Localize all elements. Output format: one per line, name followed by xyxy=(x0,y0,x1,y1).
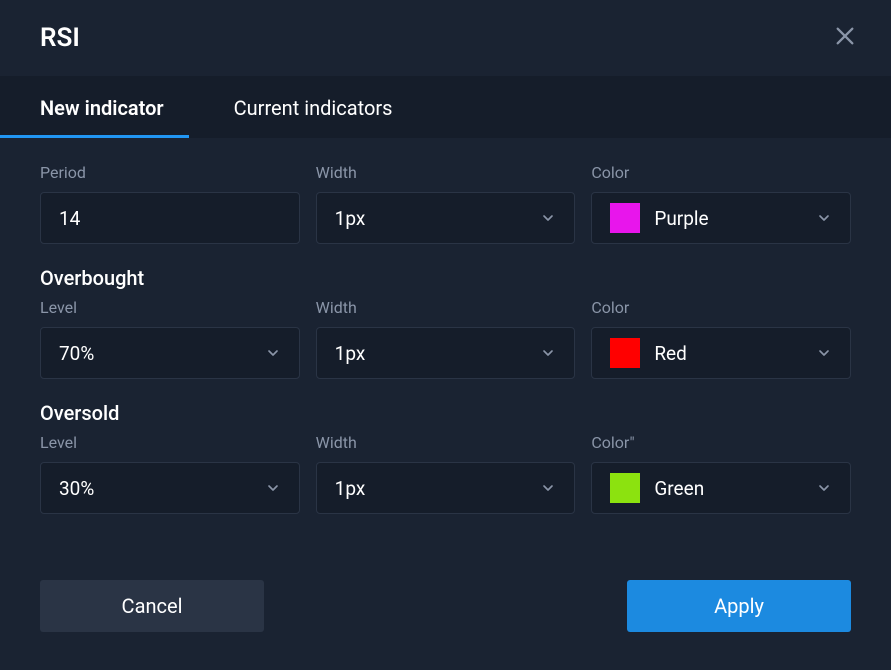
section-title-oversold: Oversold xyxy=(40,401,851,425)
row-oversold: Level 30% Width 1px Color" Green xyxy=(40,433,851,514)
label-level-overbought: Level xyxy=(40,298,300,317)
dialog-content: Period 14 Width 1px Color Purple xyxy=(0,138,891,566)
field-period: Period 14 xyxy=(40,163,300,244)
field-width-overbought: Width 1px xyxy=(316,298,576,379)
select-width-main-value: 1px xyxy=(335,207,541,230)
select-level-oversold[interactable]: 30% xyxy=(40,462,300,514)
color-swatch-oversold xyxy=(610,473,640,503)
select-color-oversold[interactable]: Green xyxy=(591,462,851,514)
color-swatch-overbought xyxy=(610,338,640,368)
chevron-down-icon xyxy=(540,210,556,226)
field-level-oversold: Level 30% xyxy=(40,433,300,514)
tab-bar: New indicator Current indicators xyxy=(0,76,891,138)
select-width-overbought[interactable]: 1px xyxy=(316,327,576,379)
close-button[interactable] xyxy=(829,22,861,54)
input-period-value: 14 xyxy=(59,207,281,230)
chevron-down-icon xyxy=(265,345,281,361)
label-color-oversold: Color" xyxy=(591,433,851,452)
select-width-oversold-value: 1px xyxy=(335,477,541,500)
chevron-down-icon xyxy=(816,480,832,496)
chevron-down-icon xyxy=(265,480,281,496)
chevron-down-icon xyxy=(540,480,556,496)
select-color-main[interactable]: Purple xyxy=(591,192,851,244)
select-color-main-value: Purple xyxy=(654,207,816,230)
field-width-oversold: Width 1px xyxy=(316,433,576,514)
field-color-main: Color Purple xyxy=(591,163,851,244)
field-level-overbought: Level 70% xyxy=(40,298,300,379)
row-overbought: Level 70% Width 1px Color Red xyxy=(40,298,851,379)
color-swatch-main xyxy=(610,203,640,233)
apply-button[interactable]: Apply xyxy=(627,580,851,632)
close-icon xyxy=(834,25,856,51)
dialog-title: RSI xyxy=(40,23,80,53)
chevron-down-icon xyxy=(816,345,832,361)
select-width-main[interactable]: 1px xyxy=(316,192,576,244)
tab-new-indicator[interactable]: New indicator xyxy=(40,76,164,138)
label-period: Period xyxy=(40,163,300,182)
label-width-main: Width xyxy=(316,163,576,182)
select-width-oversold[interactable]: 1px xyxy=(316,462,576,514)
select-color-oversold-value: Green xyxy=(654,477,816,500)
dialog-header: RSI xyxy=(0,0,891,76)
select-color-overbought-value: Red xyxy=(654,342,816,365)
field-color-overbought: Color Red xyxy=(591,298,851,379)
cancel-button[interactable]: Cancel xyxy=(40,580,264,632)
label-level-oversold: Level xyxy=(40,433,300,452)
select-color-overbought[interactable]: Red xyxy=(591,327,851,379)
label-color-main: Color xyxy=(591,163,851,182)
dialog-footer: Cancel Apply xyxy=(0,566,891,662)
select-level-oversold-value: 30% xyxy=(59,477,265,500)
tab-current-indicators[interactable]: Current indicators xyxy=(234,76,393,138)
select-level-overbought-value: 70% xyxy=(59,342,265,365)
field-color-oversold: Color" Green xyxy=(591,433,851,514)
field-width-main: Width 1px xyxy=(316,163,576,244)
chevron-down-icon xyxy=(540,345,556,361)
label-color-overbought: Color xyxy=(591,298,851,317)
select-width-overbought-value: 1px xyxy=(335,342,541,365)
label-width-overbought: Width xyxy=(316,298,576,317)
chevron-down-icon xyxy=(816,210,832,226)
row-main: Period 14 Width 1px Color Purple xyxy=(40,163,851,244)
select-level-overbought[interactable]: 70% xyxy=(40,327,300,379)
section-title-overbought: Overbought xyxy=(40,266,851,290)
label-width-oversold: Width xyxy=(316,433,576,452)
input-period[interactable]: 14 xyxy=(40,192,300,244)
